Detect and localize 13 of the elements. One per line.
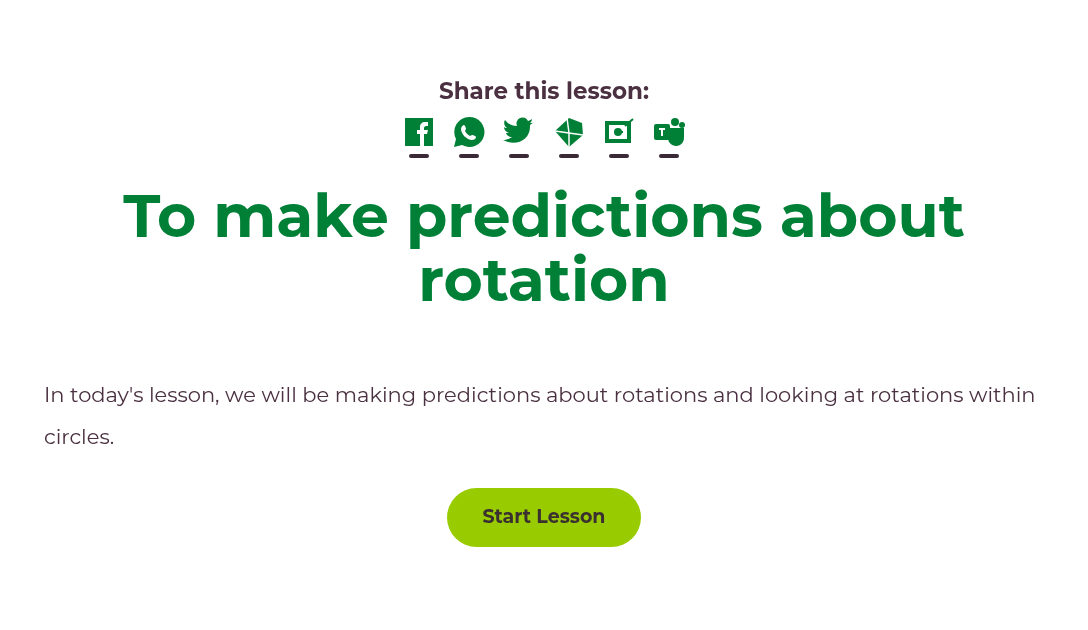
share-button[interactable] [402,116,436,158]
square-icon [403,116,435,148]
share-button[interactable] [452,116,486,158]
speech-bubble-icon [453,116,485,148]
start-lesson-button[interactable]: Start Lesson [447,488,641,547]
share-button[interactable] [552,116,586,158]
lesson-title: To make predictions about rotation [122,184,966,312]
people-icon [653,116,685,148]
share-button[interactable] [602,116,636,158]
envelope-icon [553,116,585,148]
lesson-description: In today's lesson, we will be making predictions about rotations and looking at rotations within circles. [44,381,1037,451]
share-label: Share this lesson: [439,76,649,106]
share-button[interactable] [652,116,686,158]
